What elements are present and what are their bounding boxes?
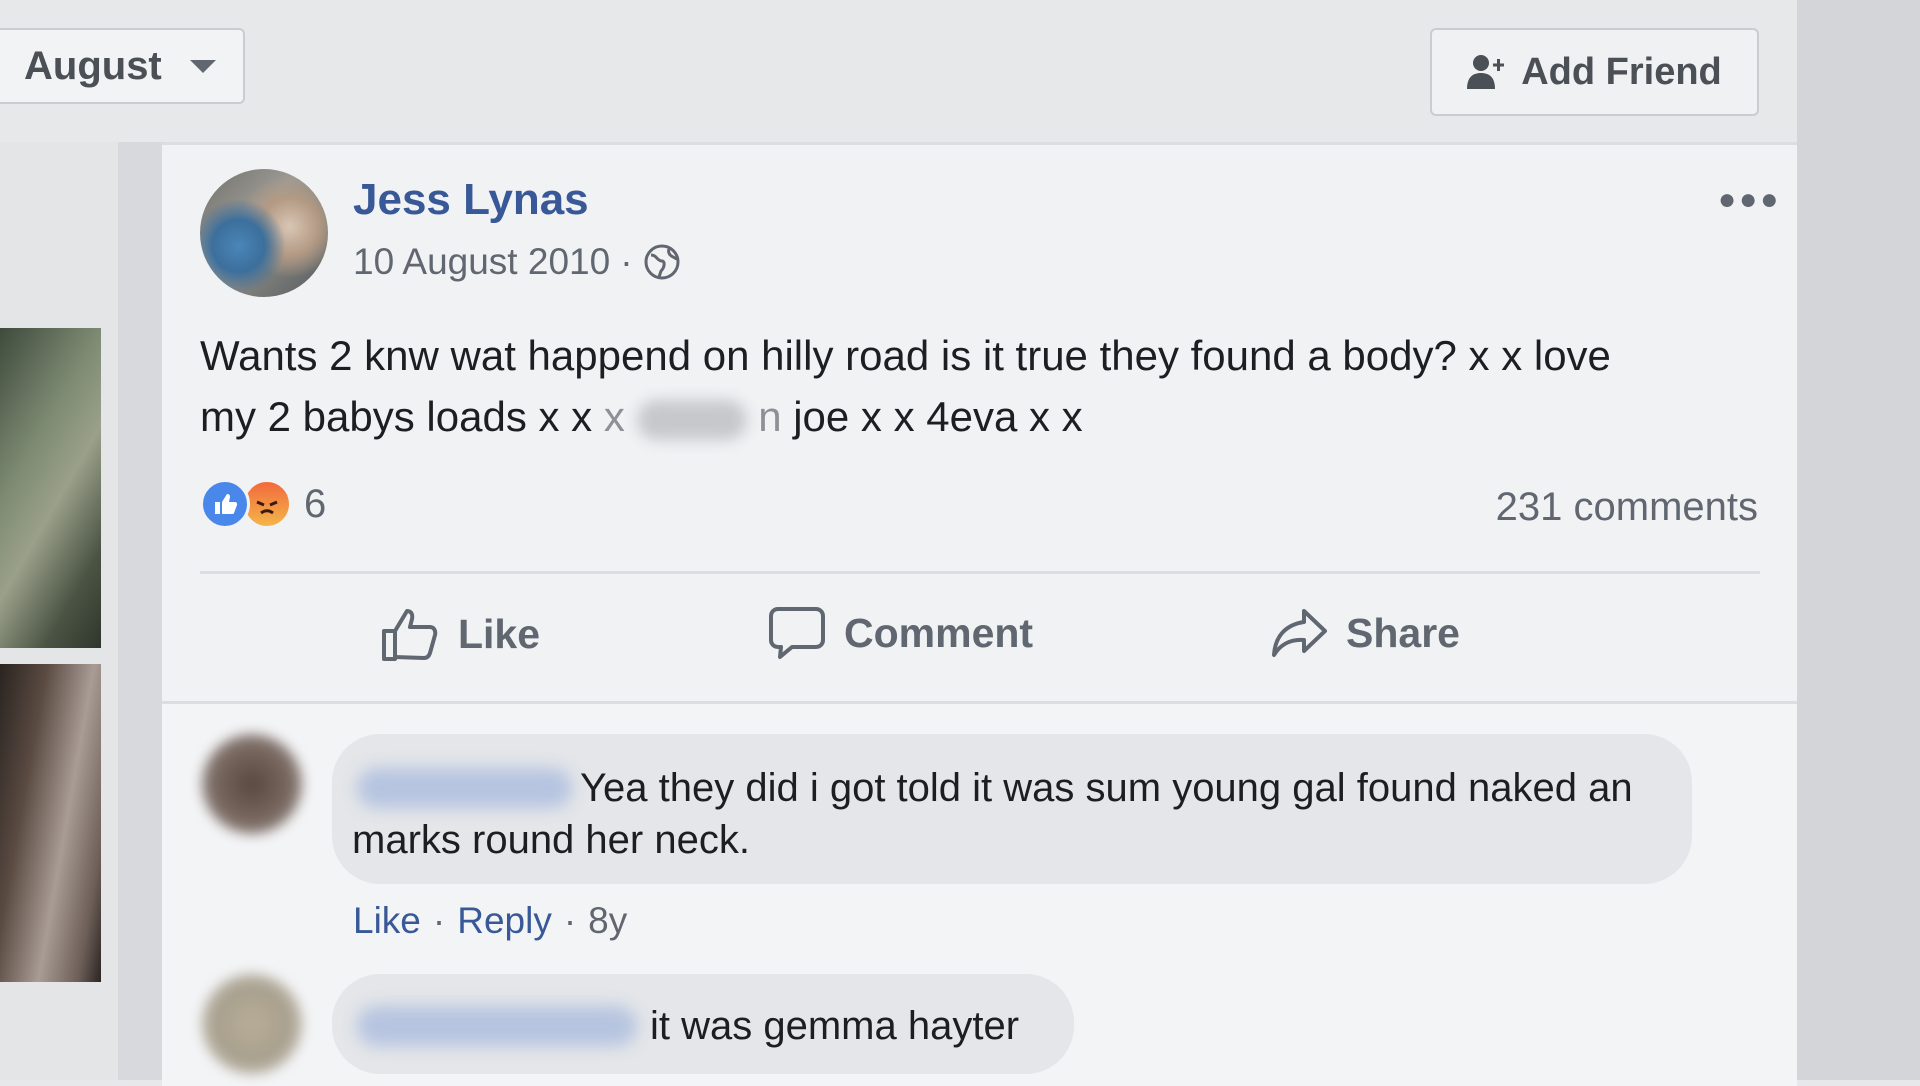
add-friend-button[interactable]: Add Friend xyxy=(1430,28,1759,116)
comment-like-link[interactable]: Like xyxy=(353,900,421,942)
month-filter-label: August xyxy=(24,43,162,88)
globe-icon[interactable] xyxy=(643,243,681,281)
photo-thumbnail[interactable] xyxy=(0,664,101,982)
post-date[interactable]: 10 August 2010 xyxy=(353,241,610,283)
separator: · xyxy=(563,900,577,941)
reaction-count: 6 xyxy=(304,481,327,526)
divider xyxy=(200,571,1760,574)
post-text: Wants 2 knw wat happend on hilly road is… xyxy=(200,332,1611,440)
redacted-commenter-name[interactable] xyxy=(357,1006,637,1046)
comment-button[interactable]: Comment xyxy=(768,605,1033,661)
commenter-avatar[interactable] xyxy=(202,974,302,1074)
share-icon xyxy=(1272,609,1327,657)
photo-thumbnail[interactable] xyxy=(0,328,101,648)
author-name[interactable]: Jess Lynas xyxy=(353,175,589,225)
like-button[interactable]: Like xyxy=(380,605,540,663)
photos-column xyxy=(0,142,118,1080)
comment-time[interactable]: 8y xyxy=(588,900,627,942)
reactions-summary[interactable]: 6 xyxy=(200,479,326,529)
month-filter-dropdown[interactable]: August xyxy=(0,28,245,104)
add-friend-label: Add Friend xyxy=(1521,50,1722,93)
post-card: Jess Lynas 10 August 2010 · ●●● Wants 2 … xyxy=(162,142,1797,1086)
chevron-down-icon xyxy=(189,59,216,73)
right-margin xyxy=(1797,0,1920,1080)
redacted-name xyxy=(636,399,747,440)
add-friend-icon xyxy=(1467,55,1505,89)
comment-reply-link[interactable]: Reply xyxy=(457,900,552,942)
comment-text: it was gemma hayter xyxy=(650,1004,1020,1048)
comment-count[interactable]: 231 comments xyxy=(1496,485,1758,530)
comment-icon xyxy=(769,607,825,659)
separator: · xyxy=(432,900,446,941)
share-button[interactable]: Share xyxy=(1270,605,1460,661)
column-divider xyxy=(118,142,162,1080)
post-meta: 10 August 2010 · xyxy=(353,241,681,283)
like-reaction-icon xyxy=(200,479,250,529)
thumbs-up-icon xyxy=(382,609,438,661)
author-avatar[interactable] xyxy=(200,169,328,297)
comment-actions: Like · Reply · 8y xyxy=(353,900,627,942)
comment-text: Yea they did i got told it was sum young… xyxy=(352,766,1633,862)
more-options-icon[interactable]: ●●● xyxy=(1718,183,1781,217)
meta-separator: · xyxy=(620,241,633,282)
comments-section: Yea they did i got told it was sum young… xyxy=(162,701,1797,1086)
commenter-avatar[interactable] xyxy=(202,734,302,834)
